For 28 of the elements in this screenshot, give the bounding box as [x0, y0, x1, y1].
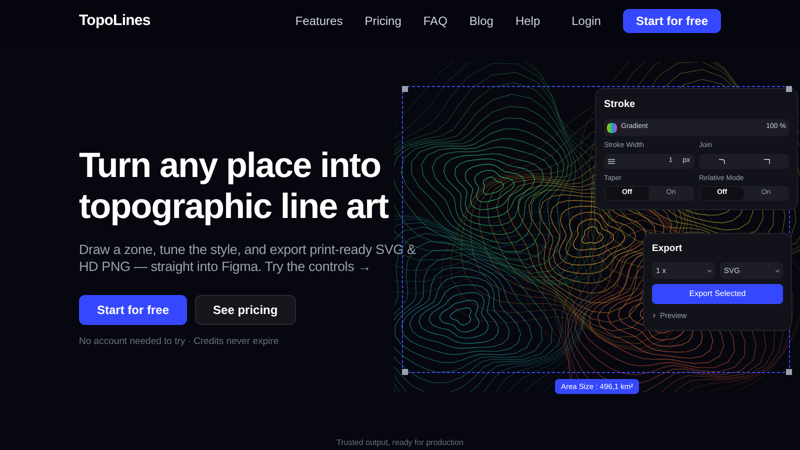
panel-title: Stroke	[604, 98, 636, 112]
chevron-icon	[775, 268, 780, 273]
panel-title: Export	[652, 242, 684, 256]
hero-note: No account needed to try · Credits never expire	[79, 335, 280, 349]
chevron-icon	[707, 268, 712, 273]
nav-link[interactable]: Help	[515, 12, 540, 30]
resize-handle[interactable]	[786, 86, 792, 92]
export-button[interactable]: Export Selected	[652, 284, 783, 304]
resize-handle[interactable]	[402, 369, 408, 375]
chevron-icon	[651, 314, 656, 318]
nav-link[interactable]: Pricing	[364, 12, 402, 30]
nav-link[interactable]: Blog	[469, 12, 494, 30]
footer-text: Trusted output, ready for production	[336, 437, 464, 449]
resize-handle[interactable]	[402, 86, 408, 92]
logo[interactable]: TopoLines	[79, 10, 150, 32]
hero-heading: Turn any place into topographic line art	[79, 145, 390, 227]
login-link[interactable]: Login	[572, 12, 601, 30]
nav-link[interactable]: FAQ	[423, 12, 448, 30]
nav-link[interactable]: Features	[295, 12, 343, 30]
hero-button[interactable]: Start for free	[79, 295, 188, 325]
start-button[interactable]: Start for free	[622, 9, 721, 33]
lines-icon	[608, 158, 615, 164]
miter-join-icon	[764, 158, 770, 164]
round-join-icon	[718, 158, 724, 164]
hero-button[interactable]: See pricing	[195, 295, 296, 325]
gradient-swatch-icon	[607, 122, 617, 132]
resize-handle[interactable]	[786, 369, 792, 375]
hero-subheading: Draw a zone, tune the style, and export print-ready SVG & HD PNG — straight into Figma. Try the controls →	[79, 241, 417, 275]
